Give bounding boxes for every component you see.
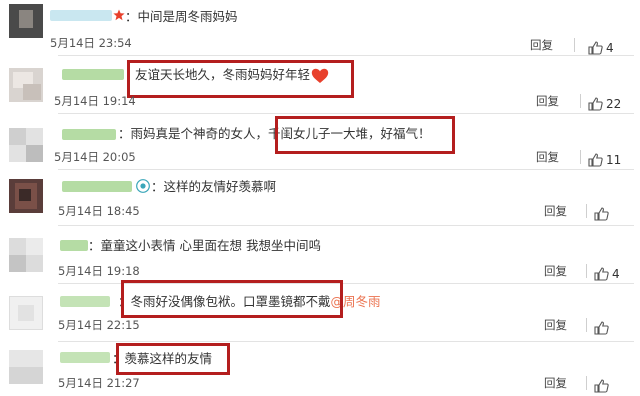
divider — [586, 318, 587, 332]
avatar[interactable] — [9, 350, 43, 384]
comment-time: 5月14日 19:18 — [58, 264, 140, 278]
avatar[interactable] — [9, 68, 43, 102]
comment-list: ：中间是周冬雨妈妈 5月14日 23:54 回复 4 友谊天长地久，冬雨妈妈好年… — [0, 0, 640, 396]
divider — [586, 204, 587, 218]
username-blurred[interactable] — [62, 129, 116, 140]
username-blurred[interactable] — [62, 181, 132, 192]
highlight-box — [121, 280, 343, 318]
star-icon — [113, 9, 125, 21]
like-count: 4 — [612, 266, 620, 281]
avatar[interactable] — [9, 296, 43, 330]
comment-time: 5月14日 18:45 — [58, 204, 140, 218]
like-button[interactable] — [594, 203, 612, 221]
comment-item: 友谊天长地久，冬雨妈妈好年轻 5月14日 19:14 回复 22 — [0, 56, 640, 114]
like-button[interactable] — [594, 317, 612, 335]
like-button[interactable] — [594, 375, 612, 393]
comment-text: ：中间是周冬雨妈妈 — [125, 9, 238, 24]
like-count: 22 — [606, 96, 622, 111]
highlight-box — [116, 343, 230, 375]
comment-time: 5月14日 20:05 — [54, 150, 136, 164]
thumbs-up-icon — [594, 320, 609, 335]
comment-time: 5月14日 21:27 — [58, 376, 140, 390]
thumbs-up-icon — [588, 96, 603, 111]
comment-item: ：雨妈真是个神奇的女人，千闺女儿子一大堆，好福气！ 5月14日 20:05 回复… — [0, 114, 640, 170]
camera-badge-icon — [136, 179, 150, 193]
avatar[interactable] — [9, 128, 43, 162]
username-blurred[interactable] — [62, 69, 124, 80]
thumbs-up-icon — [594, 206, 609, 221]
divider — [574, 38, 575, 52]
avatar[interactable] — [9, 179, 43, 213]
username-blurred[interactable] — [60, 240, 88, 251]
reply-button[interactable]: 回复 — [536, 150, 559, 164]
highlight-box — [127, 60, 354, 98]
comment-time: 5月14日 23:54 — [50, 36, 132, 50]
thumbs-up-icon — [588, 152, 603, 167]
thumbs-up-icon — [588, 40, 603, 55]
like-button[interactable]: 4 — [588, 37, 614, 55]
reply-button[interactable]: 回复 — [536, 94, 559, 108]
like-button[interactable]: 11 — [588, 149, 622, 167]
comment-item: ：冬雨好没偶像包袱。口罩墨镜都不戴@周冬雨 5月14日 22:15 回复 — [0, 280, 640, 342]
username-blurred[interactable] — [60, 296, 110, 307]
comment-item: ：这样的友情好羡慕啊 5月14日 18:45 回复 — [0, 170, 640, 226]
reply-button[interactable]: 回复 — [544, 264, 567, 278]
divider — [580, 150, 581, 164]
comment-item: ：童童这小表情 心里面在想 我想坐中间呜 5月14日 19:18 回复 4 — [0, 226, 640, 284]
like-button[interactable]: 22 — [588, 93, 622, 111]
avatar[interactable] — [9, 4, 43, 38]
avatar[interactable] — [9, 238, 43, 272]
like-button[interactable]: 4 — [594, 263, 620, 281]
divider — [580, 94, 581, 108]
username-blurred[interactable] — [50, 10, 112, 21]
username-blurred[interactable] — [60, 352, 110, 363]
reply-button[interactable]: 回复 — [544, 204, 567, 218]
comment-text: ：这样的友情好羡慕啊 — [151, 179, 277, 194]
comment-time: 5月14日 19:14 — [54, 94, 136, 108]
reply-button[interactable]: 回复 — [544, 318, 567, 332]
comment-text: ：童童这小表情 心里面在想 我想坐中间呜 — [88, 238, 321, 253]
like-count: 4 — [606, 40, 614, 55]
comment-item: ：羡慕这样的友情 5月14日 21:27 回复 — [0, 342, 640, 396]
comment-time: 5月14日 22:15 — [58, 318, 140, 332]
divider — [586, 376, 587, 390]
reply-button[interactable]: 回复 — [530, 38, 553, 52]
thumbs-up-icon — [594, 266, 609, 281]
comment-item: ：中间是周冬雨妈妈 5月14日 23:54 回复 4 — [0, 0, 640, 56]
divider — [586, 264, 587, 278]
highlight-box — [275, 116, 455, 154]
reply-button[interactable]: 回复 — [544, 376, 567, 390]
like-count: 11 — [606, 152, 622, 167]
thumbs-up-icon — [594, 378, 609, 393]
